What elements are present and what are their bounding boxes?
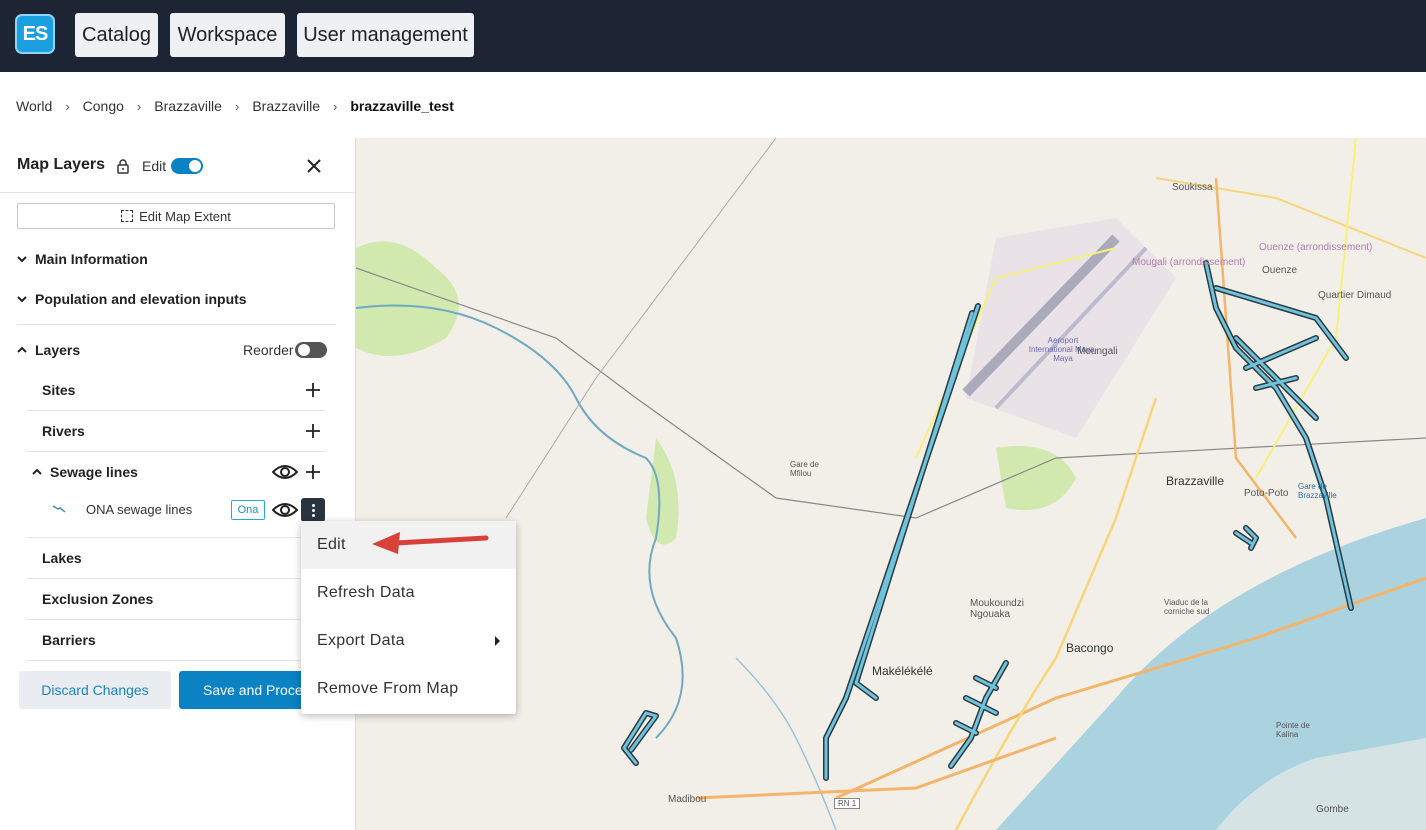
crop-icon <box>121 210 134 222</box>
chevron-down-icon <box>17 256 27 263</box>
eye-icon[interactable] <box>272 501 298 519</box>
map-label: Ouenze <box>1262 265 1298 276</box>
layer-exclusion-zones[interactable]: Exclusion Zones <box>42 591 153 607</box>
map-label: Bacongo <box>1066 641 1114 655</box>
map-label: Gare de Mfilou <box>790 460 819 478</box>
line-layer-icon <box>52 505 66 513</box>
map-label: Mougali (arrondissement) <box>1132 257 1246 268</box>
map-label: Pointe de Kalina <box>1276 721 1310 739</box>
road-shield: RN 1 <box>834 798 861 809</box>
map-label: Gare de Brazzaville <box>1298 482 1337 500</box>
section-population-elevation[interactable]: Population and elevation inputs <box>17 291 247 307</box>
breadcrumb-current-project: brazzaville_test <box>350 98 454 114</box>
breadcrumb-separator-icon: › <box>333 98 338 114</box>
map-label: Gombe <box>1316 804 1349 815</box>
chevron-down-icon <box>17 296 27 303</box>
breadcrumb-world[interactable]: World <box>16 98 52 114</box>
menu-item-export-data-label: Export Data <box>317 632 405 649</box>
add-sites-plus-icon[interactable] <box>305 382 321 398</box>
edit-map-extent-button[interactable]: Edit Map Extent <box>17 203 335 229</box>
map-label: Soukissa <box>1172 182 1213 193</box>
divider <box>27 537 325 538</box>
divider <box>27 410 325 411</box>
map-label: Viaduc de la corniche sud <box>1164 598 1210 616</box>
map-label: Brazzaville <box>1166 474 1225 488</box>
divider <box>27 578 325 579</box>
map-view[interactable]: Soukissa Ouenze (arrondissement) Ouenze … <box>356 138 1426 830</box>
breadcrumb: World › Congo › Brazzaville › Brazzavill… <box>16 96 454 116</box>
app-logo[interactable]: ES <box>15 14 55 54</box>
layer-barriers[interactable]: Barriers <box>42 632 96 648</box>
divider <box>17 324 336 325</box>
nav-catalog-button[interactable]: Catalog <box>75 13 158 57</box>
section-population-elevation-label: Population and elevation inputs <box>35 291 247 307</box>
layer-sites[interactable]: Sites <box>42 382 75 398</box>
layer-rivers[interactable]: Rivers <box>42 423 85 439</box>
menu-item-export-data[interactable]: Export Data <box>301 617 516 665</box>
discard-changes-button[interactable]: Discard Changes <box>19 671 171 709</box>
close-icon[interactable] <box>305 157 323 175</box>
section-layers[interactable]: Layers <box>17 342 80 358</box>
layer-lakes[interactable]: Lakes <box>42 550 82 566</box>
eye-icon[interactable] <box>272 463 298 481</box>
annotation-arrow-icon <box>372 532 489 554</box>
edit-map-extent-label: Edit Map Extent <box>139 208 231 224</box>
map-layers-panel: Map Layers Edit Edit Map Extent Main Inf… <box>0 138 356 830</box>
save-and-process-button[interactable]: Save and Process <box>179 671 319 709</box>
edit-mode-label: Edit <box>142 158 167 174</box>
panel-title: Map Layers <box>17 156 106 173</box>
source-badge: Ona <box>231 500 265 520</box>
section-main-information-label: Main Information <box>35 251 148 267</box>
section-main-information[interactable]: Main Information <box>17 251 148 267</box>
lock-icon <box>117 159 129 174</box>
map-label: Poto-Poto <box>1244 488 1289 499</box>
add-sewage-lines-plus-icon[interactable] <box>305 464 321 480</box>
map-label: Ouenze (arrondissement) <box>1259 242 1373 253</box>
add-rivers-plus-icon[interactable] <box>305 423 321 439</box>
nav-workspace-button[interactable]: Workspace <box>170 13 285 57</box>
divider <box>27 619 325 620</box>
section-layers-label: Layers <box>35 342 81 358</box>
panel-header: Map Layers Edit <box>0 138 355 193</box>
chevron-up-icon <box>32 468 42 475</box>
sublayer-ona-sewage-lines[interactable]: ONA sewage lines <box>86 502 192 517</box>
breadcrumb-separator-icon: › <box>234 98 240 114</box>
breadcrumb-separator-icon: › <box>136 98 142 114</box>
menu-item-remove-from-map[interactable]: Remove From Map <box>301 665 516 713</box>
submenu-caret-icon <box>495 636 500 646</box>
breadcrumb-congo[interactable]: Congo <box>83 98 124 114</box>
divider <box>27 451 325 452</box>
divider <box>27 660 325 661</box>
chevron-up-icon <box>17 346 27 353</box>
layer-sewage-lines[interactable]: Sewage lines <box>32 464 138 480</box>
map-label: Moukoundzi Ngouaka <box>970 598 1024 620</box>
breadcrumb-separator-icon: › <box>65 98 70 114</box>
edit-mode-toggle[interactable] <box>171 158 203 174</box>
top-navigation-bar: ES Catalog Workspace User management <box>0 0 1426 72</box>
map-label: Moungali <box>1077 346 1118 357</box>
map-label: Makélékélé <box>872 664 933 678</box>
menu-item-refresh-data[interactable]: Refresh Data <box>301 569 516 617</box>
nav-user-management-button[interactable]: User management <box>297 13 474 57</box>
more-options-icon[interactable] <box>301 498 325 522</box>
reorder-label: Reorder <box>243 342 294 358</box>
breadcrumb-brazzaville-region[interactable]: Brazzaville <box>154 98 222 114</box>
reorder-toggle[interactable] <box>295 342 327 358</box>
map-label: Madibou <box>668 794 707 805</box>
breadcrumb-brazzaville-city[interactable]: Brazzaville <box>252 98 320 114</box>
map-label: Quartier Dimaud <box>1318 290 1392 301</box>
layer-sewage-lines-label: Sewage lines <box>50 464 138 480</box>
